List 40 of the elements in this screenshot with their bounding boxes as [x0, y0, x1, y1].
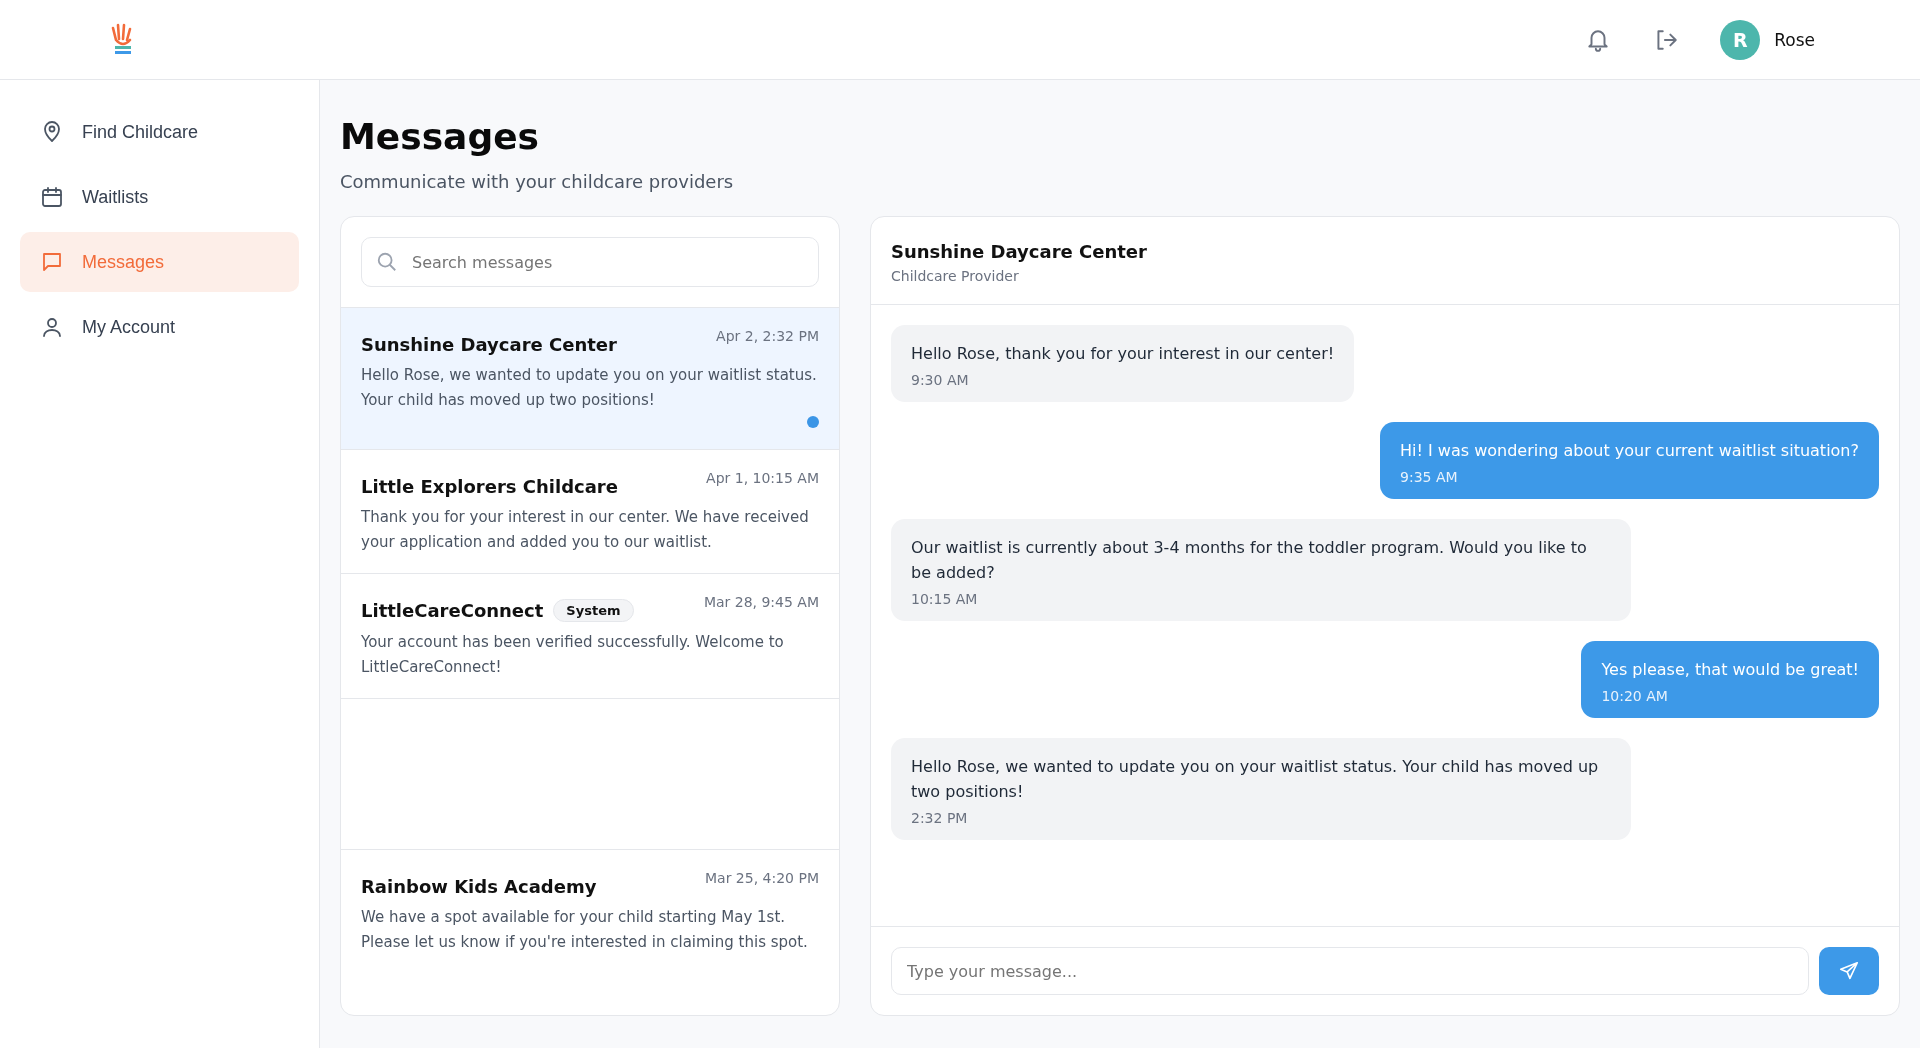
calendar-icon [40, 185, 64, 209]
chat-title: Sunshine Daycare Center [891, 241, 1148, 262]
message-time: 10:20 AM [1601, 688, 1669, 704]
conversation-item[interactable]: Sunshine Daycare Center Apr 2, 2:32 PM Hello Rose, we wanted to update you on your waitlist status. Your child has moved up two positions! [341, 307, 839, 449]
message-text: Hello Rose, thank you for your interest in our center! [911, 343, 1335, 365]
message-time: 2:32 PM [911, 810, 969, 826]
system-tag: System [553, 599, 634, 622]
person-icon [40, 315, 64, 339]
message-time: 9:30 AM [911, 372, 970, 388]
search-field[interactable]: Search messages [361, 237, 819, 287]
message-preview: Thank you for your interest in our center. We have received your application and added you to our waitlist. [361, 507, 810, 553]
message-preview: Hello Rose, we wanted to update you on your waitlist status. Your child has moved up two positions! [361, 365, 818, 411]
message-time: 10:15 AM [911, 591, 979, 607]
sidebar-item[interactable]: Find Childcare [20, 102, 299, 162]
conversation-name: Little Explorers Childcare [361, 476, 618, 497]
user-name: Rose [1774, 29, 1815, 50]
message-text: Yes please, that would be great! [1601, 659, 1859, 681]
message-preview: Your account has been verified successfully. Welcome to LittleCareConnect! [361, 632, 785, 678]
message-input[interactable]: Type your message... [891, 947, 1809, 995]
chat-icon [40, 250, 64, 274]
message-text: Hi! I was wondering about your current waitlist situation? [1400, 440, 1859, 462]
conversation-name: Sunshine Daycare Center [361, 334, 617, 355]
conversation-time: Apr 2, 2:32 PM [716, 328, 819, 344]
page-subtitle: Communicate with your childcare providers [340, 171, 735, 192]
chat-subtitle: Childcare Provider [891, 268, 1020, 284]
conversation-time: Mar 28, 9:45 AM [703, 594, 819, 610]
message-text: Our waitlist is currently about 3-4 months for the toddler program. Would you like to be added? [911, 537, 1588, 584]
conversation-time: Apr 1, 10:15 AM [706, 470, 819, 486]
paper-plane-icon [1838, 960, 1860, 982]
sidebar-item[interactable]: Waitlists [20, 167, 299, 227]
message-text: Hello Rose, we wanted to update you on your waitlist status. Your child has moved up two positions! [911, 756, 1600, 803]
sidebar-item[interactable]: My Account [20, 297, 299, 357]
message-preview: We have a spot available for your child starting May 1st. Please let us know if you're interested in claiming this spot. [361, 907, 809, 953]
conversation-name: Rainbow Kids Academy [361, 876, 597, 897]
page-title: Messages [340, 116, 540, 157]
search-icon [376, 251, 398, 273]
conversation-name: LittleCareConnect [361, 600, 544, 621]
send-button[interactable] [1819, 947, 1879, 995]
conversation-time: Mar 25, 4:20 PM [705, 870, 819, 886]
message-time: 9:35 AM [1400, 469, 1459, 485]
